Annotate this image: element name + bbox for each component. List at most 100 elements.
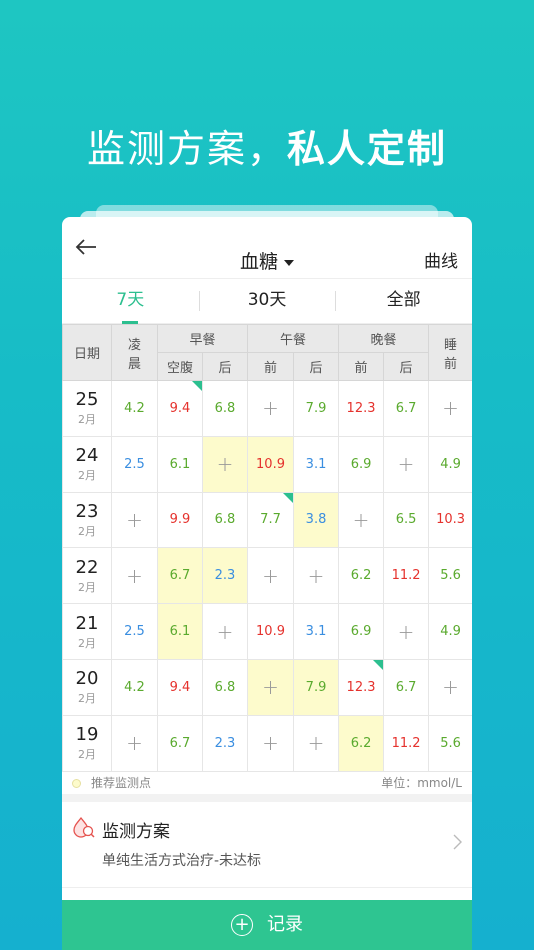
reading-cell-breakfast-fasting[interactable]: 9.9 bbox=[157, 491, 203, 549]
hero-banner: 监测方案，私人定制 bbox=[0, 118, 534, 173]
date-month: 2月 bbox=[78, 469, 96, 483]
reading-cell-dinner-after[interactable]: 6.5 bbox=[383, 491, 430, 549]
reading-cell-breakfast-after[interactable]: 2.3 bbox=[201, 714, 249, 772]
page-title-label: 血糖 bbox=[239, 251, 278, 273]
reading-cell-dinner-before[interactable]: 6.9 bbox=[338, 435, 385, 493]
reading-cell-lunch-before[interactable]: 10.9 bbox=[247, 603, 295, 660]
period-tabs: 7天 30天 全部 bbox=[62, 279, 472, 324]
reading-cell-dinner-before[interactable]: 12.3 bbox=[338, 380, 385, 437]
reading-cell-lunch-after[interactable]: 3.8 bbox=[293, 491, 340, 549]
add-reading-cell[interactable]: + bbox=[293, 547, 340, 605]
add-reading-cell[interactable]: + bbox=[383, 603, 430, 660]
reading-cell-breakfast-fasting[interactable]: 6.7 bbox=[157, 547, 203, 605]
legend-row: 推荐监测点 单位：mmol/L bbox=[62, 772, 472, 802]
reading-cell-dinner-after[interactable]: 6.7 bbox=[383, 658, 430, 716]
chevron-right-icon bbox=[453, 834, 462, 850]
reading-cell-breakfast-after[interactable]: 6.8 bbox=[201, 491, 249, 549]
reading-cell-breakfast-fasting[interactable]: 6.1 bbox=[157, 435, 203, 493]
table-row: 24 2月 2.5 6.1 +10.9 3.1 6.9 +4.9 bbox=[62, 435, 472, 493]
reading-cell-breakfast-after[interactable]: 6.8 bbox=[201, 658, 249, 716]
reading-cell-breakfast-fasting[interactable]: 9.4 bbox=[157, 380, 203, 437]
reading-cell-breakfast-fasting[interactable]: 9.4 bbox=[157, 658, 203, 716]
table-row: 21 2月 2.5 6.1 +10.9 3.1 6.9 +4.9 bbox=[62, 603, 472, 660]
header-dawn: 凌晨 bbox=[111, 324, 158, 381]
curve-button[interactable]: 曲线 bbox=[424, 247, 458, 272]
add-reading-cell[interactable]: + bbox=[247, 547, 295, 605]
reading-cell-lunch-after[interactable]: 7.9 bbox=[293, 380, 340, 437]
tab-30days[interactable]: 30天 bbox=[198, 279, 336, 323]
recommend-dot-icon bbox=[72, 779, 81, 789]
blood-drop-icon bbox=[73, 816, 95, 838]
hero-text-part1: 监测方案， bbox=[86, 127, 287, 171]
legend-label: 推荐监测点 bbox=[91, 776, 152, 791]
header-dinner-after: 后 bbox=[383, 352, 430, 381]
reading-cell-dinner-after[interactable]: 11.2 bbox=[383, 714, 430, 772]
header-lunch: 午餐 bbox=[247, 324, 340, 353]
add-circle-icon: + bbox=[231, 914, 253, 936]
date-day: 22 bbox=[75, 556, 99, 578]
header-dinner-before: 前 bbox=[338, 352, 385, 381]
reading-cell-bedtime[interactable]: 10.3 bbox=[428, 491, 472, 549]
date-cell: 23 2月 bbox=[62, 491, 112, 549]
add-reading-cell[interactable]: + bbox=[111, 491, 158, 549]
date-month: 2月 bbox=[78, 580, 96, 594]
plan-subtitle: 单纯生活方式治疗-未达标 bbox=[102, 852, 262, 869]
reading-cell-bedtime[interactable]: 4.9 bbox=[428, 603, 472, 660]
plan-title: 监测方案 bbox=[102, 821, 170, 842]
record-button[interactable]: + 记录 bbox=[62, 900, 472, 950]
date-day: 23 bbox=[75, 500, 99, 522]
reading-cell-dinner-after[interactable]: 11.2 bbox=[383, 547, 430, 605]
add-reading-cell[interactable]: + bbox=[338, 491, 385, 549]
header-breakfast-fasting: 空腹 bbox=[157, 352, 203, 381]
reading-cell-bedtime[interactable]: 5.6 bbox=[428, 547, 472, 605]
reading-cell-dinner-after[interactable]: 6.7 bbox=[383, 380, 430, 437]
reading-cell-lunch-after[interactable]: 7.9 bbox=[293, 658, 340, 716]
reading-cell-dinner-before[interactable]: 6.2 bbox=[338, 714, 385, 772]
add-reading-cell[interactable]: + bbox=[201, 603, 249, 660]
add-reading-cell[interactable]: + bbox=[247, 714, 295, 772]
reading-cell-dinner-before[interactable]: 6.2 bbox=[338, 547, 385, 605]
add-reading-cell[interactable]: + bbox=[383, 435, 430, 493]
reading-cell-breakfast-fasting[interactable]: 6.1 bbox=[157, 603, 203, 660]
tab-7days[interactable]: 7天 bbox=[62, 279, 199, 324]
table-row: 19 2月 +6.7 2.3 + +6.2 11.2 5.6 bbox=[62, 714, 472, 772]
add-reading-cell[interactable]: + bbox=[247, 380, 295, 437]
add-reading-cell[interactable]: + bbox=[111, 714, 158, 772]
date-day: 19 bbox=[75, 724, 99, 746]
reading-cell-dawn[interactable]: 4.2 bbox=[111, 658, 158, 716]
record-label: 记录 bbox=[267, 914, 303, 935]
add-reading-cell[interactable]: + bbox=[428, 658, 472, 716]
date-month: 2月 bbox=[78, 413, 96, 427]
reading-cell-bedtime[interactable]: 4.9 bbox=[428, 435, 472, 493]
reading-cell-dawn[interactable]: 2.5 bbox=[111, 435, 158, 493]
reading-cell-lunch-before[interactable]: 10.9 bbox=[247, 435, 295, 493]
table-row: 20 2月 4.2 9.4 6.8 +7.9 12.3 6.7 + bbox=[62, 658, 472, 716]
tab-all[interactable]: 全部 bbox=[335, 279, 472, 323]
monitoring-plan-row[interactable]: 监测方案 单纯生活方式治疗-未达标 bbox=[62, 802, 472, 888]
add-reading-cell[interactable]: + bbox=[293, 714, 340, 772]
add-reading-cell[interactable]: + bbox=[428, 380, 472, 437]
page-title[interactable]: 血糖 bbox=[62, 247, 472, 274]
add-reading-cell[interactable]: + bbox=[201, 435, 249, 493]
reading-cell-bedtime[interactable]: 5.6 bbox=[428, 714, 472, 772]
reading-cell-breakfast-after[interactable]: 2.3 bbox=[201, 547, 249, 605]
add-reading-cell[interactable]: + bbox=[111, 547, 158, 605]
reading-cell-dawn[interactable]: 2.5 bbox=[111, 603, 158, 660]
header-lunch-after: 后 bbox=[293, 352, 340, 381]
reading-cell-lunch-after[interactable]: 3.1 bbox=[293, 603, 340, 660]
date-month: 2月 bbox=[78, 524, 96, 538]
reading-cell-lunch-before[interactable]: 7.7 bbox=[247, 491, 295, 549]
date-cell: 19 2月 bbox=[62, 714, 112, 772]
reading-cell-lunch-after[interactable]: 3.1 bbox=[293, 435, 340, 493]
date-month: 2月 bbox=[78, 748, 96, 762]
date-day: 20 bbox=[75, 668, 99, 690]
reading-cell-breakfast-fasting[interactable]: 6.7 bbox=[157, 714, 203, 772]
header-breakfast: 早餐 bbox=[156, 324, 249, 353]
caret-down-icon bbox=[284, 259, 294, 266]
reading-cell-dinner-before[interactable]: 12.3 bbox=[338, 658, 385, 716]
add-reading-cell[interactable]: + bbox=[247, 658, 295, 716]
header-lunch-before: 前 bbox=[247, 352, 295, 381]
reading-cell-dawn[interactable]: 4.2 bbox=[111, 380, 158, 437]
reading-cell-dinner-before[interactable]: 6.9 bbox=[338, 603, 385, 660]
reading-cell-breakfast-after[interactable]: 6.8 bbox=[201, 380, 249, 437]
